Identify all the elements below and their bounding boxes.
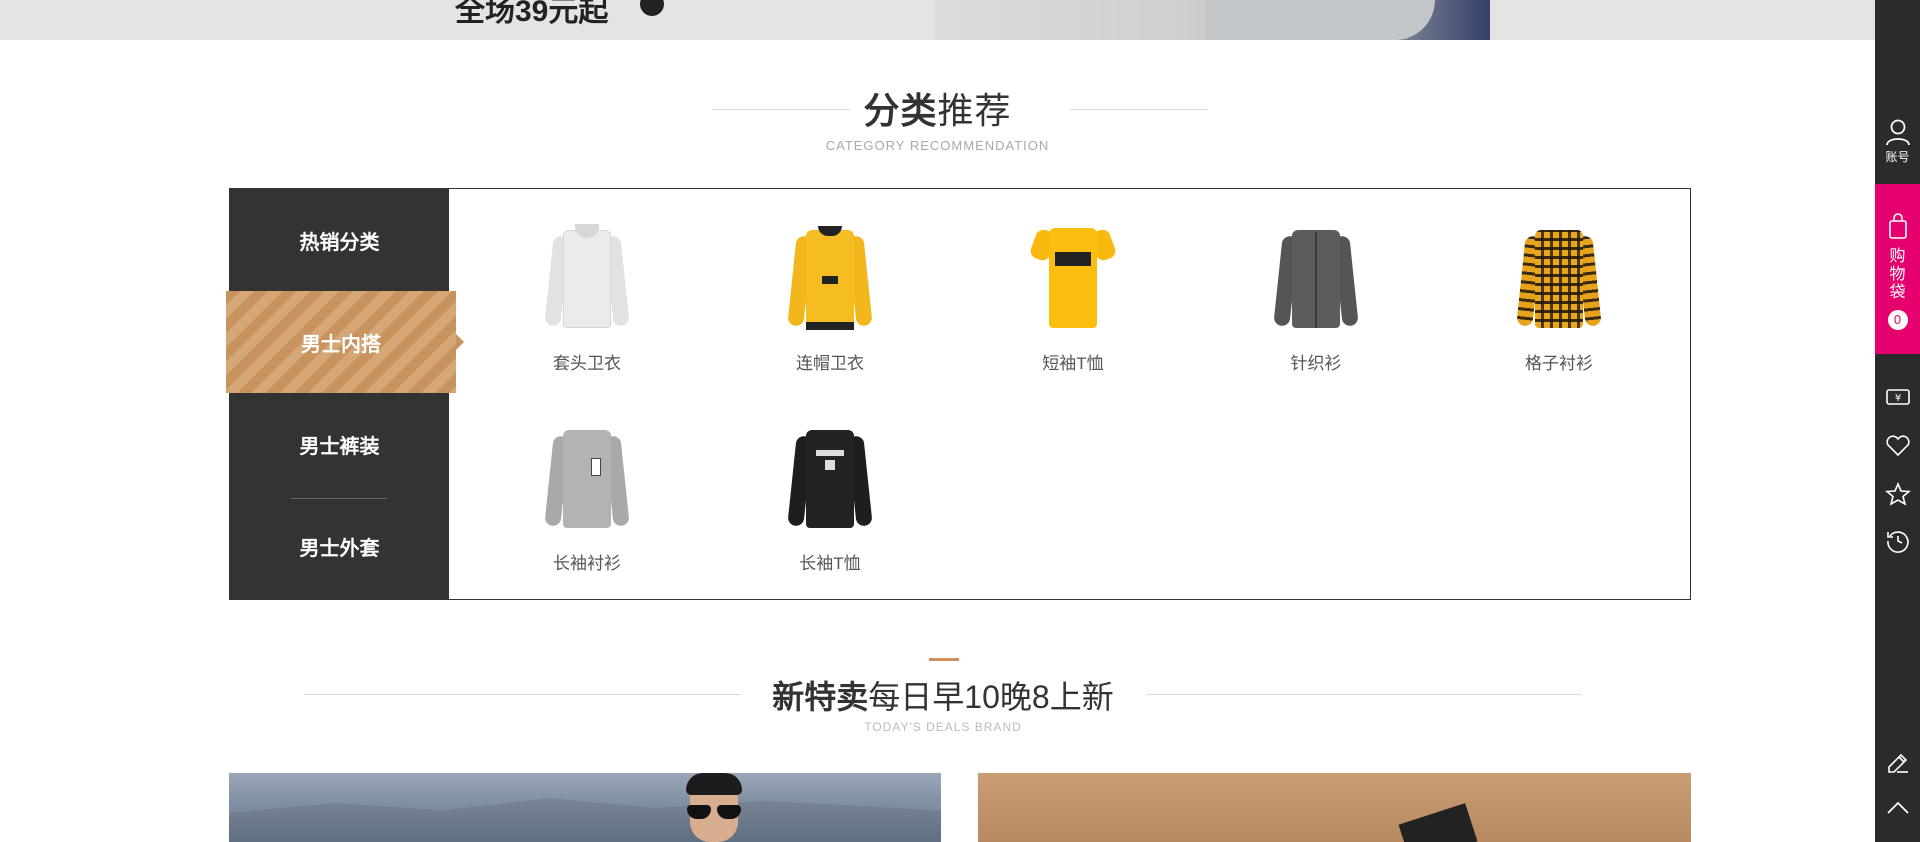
category-item-long-tee[interactable]: 长袖T恤 <box>730 389 930 573</box>
category-items: 套头卫衣 连帽卫衣 短袖T恤 针织衫 格子衬衫 长袖衬衫 长袖T恤 <box>449 189 1690 599</box>
category-item-hoodie[interactable]: 连帽卫衣 <box>730 189 930 373</box>
account-label: 账号 <box>1885 150 1910 164</box>
short-sleeve-tshirt-icon <box>1018 217 1128 337</box>
right-sidebar: 账号 购物袋 0 ¥ <box>1875 0 1920 842</box>
deal-banner-2[interactable] <box>978 773 1691 842</box>
label-tag-photo <box>1398 803 1478 842</box>
long-sleeve-tshirt-icon <box>775 417 885 537</box>
cart-count-badge: 0 <box>1887 310 1908 330</box>
category-section-header: 分类推荐 CATEGORY RECOMMENDATION <box>0 82 1875 153</box>
category-tabs: 热销分类 男士内搭 男士裤装 男士外套 <box>226 189 464 599</box>
user-icon <box>1885 119 1910 146</box>
tab-mens-pants[interactable]: 男士裤装 <box>230 393 449 495</box>
model-photo <box>674 773 754 842</box>
long-sleeve-shirt-icon <box>532 417 642 537</box>
back-to-top-icon[interactable] <box>1875 798 1920 828</box>
deals-section-subtitle: TODAY'S DEALS BRAND <box>864 720 1022 734</box>
sidebar-account[interactable]: 账号 <box>1875 118 1920 178</box>
knit-cardigan-icon <box>1261 217 1371 337</box>
category-section-title: 分类推荐 <box>863 90 1012 131</box>
banner-promo-text: 全场39元起 <box>455 0 609 28</box>
category-item-knitwear[interactable]: 针织衫 <box>1216 189 1416 373</box>
deals-accent-bar <box>929 658 959 661</box>
tab-mens-outerwear[interactable]: 男士外套 <box>230 495 449 597</box>
banner-arrow-icon <box>640 0 664 16</box>
tab-hot-categories[interactable]: 热销分类 <box>230 189 449 291</box>
edit-icon[interactable] <box>1875 750 1920 780</box>
sidebar-cart[interactable]: 购物袋 0 <box>1875 184 1920 354</box>
plaid-shirt-icon <box>1504 217 1614 337</box>
cart-label: 购物袋 <box>1889 248 1906 301</box>
heart-icon[interactable] <box>1875 434 1920 464</box>
deals-section-title: 新特卖每日早10晚8上新 <box>772 679 1114 715</box>
top-banner[interactable]: 全场39元起 <box>0 0 1875 40</box>
history-icon[interactable] <box>1875 528 1920 558</box>
tab-mens-innerwear[interactable]: 男士内搭 <box>226 291 464 393</box>
category-panel: 热销分类 男士内搭 男士裤装 男士外套 套头卫衣 连帽卫衣 短袖T恤 针织衫 格… <box>226 188 1691 600</box>
category-item-long-shirt[interactable]: 长袖衬衫 <box>487 389 687 573</box>
category-section-subtitle: CATEGORY RECOMMENDATION <box>825 138 1050 153</box>
coupon-icon[interactable]: ¥ <box>1875 386 1920 416</box>
category-item-plaid-shirt[interactable]: 格子衬衫 <box>1459 189 1659 373</box>
deals-section-header: 新特卖每日早10晚8上新 TODAY'S DEALS BRAND <box>0 672 1886 734</box>
star-icon[interactable] <box>1875 482 1920 512</box>
pullover-sweatshirt-icon <box>532 217 642 337</box>
category-item-short-tee[interactable]: 短袖T恤 <box>973 189 1173 373</box>
deal-banner-1[interactable] <box>229 773 941 842</box>
hoodie-icon <box>775 217 885 337</box>
banner-photo <box>935 0 1490 40</box>
shopping-bag-icon <box>1888 213 1907 239</box>
category-item-pullover[interactable]: 套头卫衣 <box>487 189 687 373</box>
svg-text:¥: ¥ <box>1894 393 1900 404</box>
